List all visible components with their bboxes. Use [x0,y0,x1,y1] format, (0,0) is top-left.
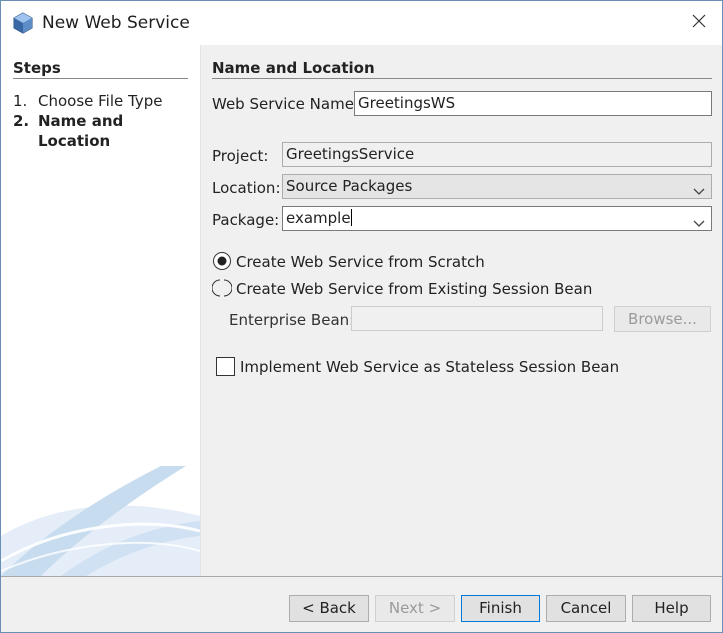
cancel-button[interactable]: Cancel [546,595,626,622]
stateless-session-bean-checkbox[interactable] [216,357,235,376]
web-service-name-input[interactable]: GreetingsWS [354,91,712,116]
section-divider [212,78,712,79]
steps-divider [13,78,188,79]
step-label: Name and Location [38,112,124,150]
location-label: Location: [212,179,281,197]
step-choose-file-type: 1. Choose File Type [13,91,162,111]
browse-button: Browse... [614,306,711,332]
enterprise-bean-label: Enterprise Bean: [229,311,355,329]
project-value: GreetingsService [286,145,415,163]
radio-create-from-scratch[interactable] [212,251,232,271]
package-label: Package: [212,211,280,229]
close-icon [692,14,706,32]
steps-heading: Steps [13,59,61,77]
text-caret [350,209,352,226]
dialog-footer: < Back Next > Finish Cancel Help [1,576,722,632]
new-web-service-dialog: New Web Service Steps 1. Choose File Type… [0,0,723,633]
package-value: example [286,209,351,227]
chevron-down-icon[interactable] [693,214,705,233]
step-label: Choose File Type [38,92,163,110]
section-heading: Name and Location [212,59,375,77]
next-button: Next > [375,595,455,622]
web-service-name-value: GreetingsWS [358,94,456,112]
window-title: New Web Service [42,13,190,33]
location-value: Source Packages [286,177,413,195]
radio-create-from-existing-bean[interactable] [211,278,233,298]
enterprise-bean-input [351,306,603,331]
web-service-name-label: Web Service Name: [212,95,359,113]
steps-panel: Steps 1. Choose File Type 2. Name and Loca… [1,45,200,576]
step-name-and-location: 2. Name and Location [13,111,148,151]
radio-create-from-existing-bean-label[interactable]: Create Web Service from Existing Session… [236,280,592,298]
decorative-swoosh-graphic [1,466,200,576]
help-button[interactable]: Help [632,595,711,622]
close-button[interactable] [676,1,722,45]
title-bar[interactable]: New Web Service [1,1,722,45]
back-button[interactable]: < Back [289,595,369,622]
name-location-panel: Name and Location Web Service Name: Gree… [201,45,722,576]
radio-create-from-scratch-label[interactable]: Create Web Service from Scratch [236,253,485,271]
stateless-session-bean-label[interactable]: Implement Web Service as Stateless Sessi… [240,358,619,376]
project-field: GreetingsService [282,142,712,167]
step-number: 2. [13,112,30,130]
package-combo[interactable]: example [282,206,712,231]
netbeans-cube-icon [12,12,34,34]
finish-button[interactable]: Finish [461,595,540,622]
chevron-down-icon [693,182,705,201]
step-number: 1. [13,92,28,110]
project-label: Project: [212,147,269,165]
location-select[interactable]: Source Packages [282,174,712,199]
